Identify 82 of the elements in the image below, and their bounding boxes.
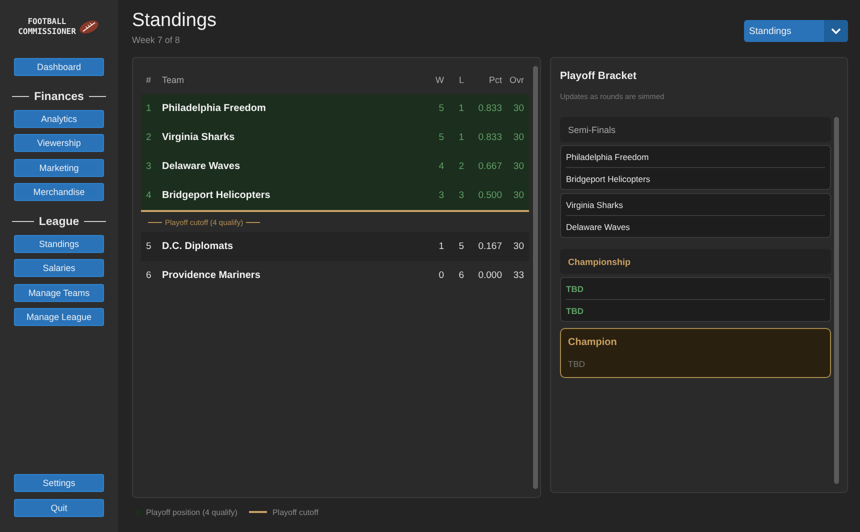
page-title: Standings — [132, 10, 217, 32]
table-row[interactable]: 6 Providence Mariners 0 6 0.000 33 — [141, 261, 529, 290]
page-subtitle: Week 7 of 8 — [132, 35, 181, 45]
table-cell-text: 5 — [438, 132, 445, 143]
table-cell-text: 30 — [512, 103, 525, 114]
table-cell-text: Virginia Sharks — [161, 132, 236, 143]
table-cell-text: 3 — [438, 190, 445, 201]
table-cell-text: 5 — [438, 103, 445, 114]
team-name: Bridgeport Helicopters — [566, 172, 652, 186]
table-cell-text: 2 — [458, 161, 465, 172]
column-header: W — [434, 75, 445, 85]
view-select[interactable]: Standings — [744, 20, 848, 42]
nav-button[interactable]: Analytics — [14, 110, 104, 128]
table-cell-text: 0.667 — [477, 161, 503, 172]
table-cell-text: 0 — [438, 270, 445, 281]
table-cell-text: 0.833 — [477, 103, 503, 114]
nav-button[interactable]: Manage League — [14, 308, 104, 326]
team-name: TBD — [566, 282, 584, 296]
nav-button[interactable]: Salaries — [14, 259, 104, 277]
table-cell-text: 5 — [458, 241, 465, 252]
table-cell-text: 6 — [145, 270, 152, 281]
table-cell-text: 30 — [512, 161, 525, 172]
table-cell-text: 3 — [145, 161, 152, 172]
nav-button[interactable]: Dashboard — [14, 58, 104, 76]
section-heading: League — [38, 216, 80, 228]
table-cell-text: Delaware Waves — [161, 161, 242, 172]
nav-button[interactable]: Standings — [14, 234, 104, 252]
table-cell-text: 1 — [458, 132, 465, 143]
legend-label: Playoff position (4 qualify) — [146, 508, 238, 516]
scrollbar[interactable] — [533, 66, 538, 489]
table-row[interactable]: 3 Delaware Waves 4 2 0.667 30 — [141, 152, 529, 181]
table-cell-text: 0.500 — [477, 190, 503, 201]
column-header: Pct — [488, 75, 503, 85]
nav-button[interactable]: Merchandise — [14, 183, 104, 201]
table-cell-text: D.C. Diplomats — [161, 241, 234, 252]
nav-button[interactable]: Manage Teams — [14, 284, 104, 302]
team-name: Virginia Sharks — [566, 198, 624, 212]
table-cell-text: 5 — [145, 241, 152, 252]
column-header: Team — [161, 75, 186, 85]
dropdown-caret-icon[interactable] — [824, 20, 848, 42]
table-cell-text: 4 — [145, 190, 152, 201]
table-cell-text: 1 — [438, 241, 445, 252]
nav-button[interactable]: Settings — [14, 474, 104, 492]
nav-button[interactable]: Quit — [14, 498, 104, 516]
nav-button[interactable]: Viewership — [14, 134, 104, 152]
table-row[interactable]: 1 Philadelphia Freedom 5 1 0.833 30 — [141, 94, 529, 123]
table-cell-text: 2 — [145, 132, 152, 143]
table-cell-text: 33 — [512, 270, 525, 281]
table-row[interactable]: 4 Bridgeport Helicopters 3 3 0.500 30 — [141, 181, 529, 210]
nav-button[interactable]: Marketing — [14, 158, 104, 176]
table-cell-text: Providence Mariners — [161, 270, 262, 281]
table-cell-text: Philadelphia Freedom — [161, 103, 267, 114]
column-header: Ovr — [508, 75, 525, 85]
table-row[interactable]: 2 Virginia Sharks 5 1 0.833 30 — [141, 123, 529, 152]
panel-title: Playoff Bracket — [560, 70, 638, 82]
team-name: Philadelphia Freedom — [566, 150, 650, 164]
logo: FOOTBALL COMMISSIONER — [18, 12, 100, 42]
table-cell-text: 6 — [458, 270, 465, 281]
team-name: Delaware Waves — [566, 220, 631, 234]
team-name: TBD — [566, 304, 584, 318]
column-header: # — [145, 75, 152, 85]
table-cell-text: 0.000 — [477, 270, 503, 281]
round-heading: Championship — [560, 249, 831, 274]
scrollbar[interactable] — [834, 117, 839, 484]
champion-team: TBD — [568, 359, 586, 369]
section-heading: Finances — [34, 90, 84, 102]
champion-label: Champion — [568, 337, 618, 348]
table-cell-text: 0.167 — [477, 241, 503, 252]
legend-line — [249, 511, 268, 513]
table-cell-text: 0.833 — [477, 132, 503, 143]
table-cell-text: 30 — [512, 241, 525, 252]
legend-label: Playoff cutoff — [272, 508, 318, 516]
table-cell-text: 3 — [458, 190, 465, 201]
table-cell-text: 30 — [512, 190, 525, 201]
table-cell-text: 1 — [458, 103, 465, 114]
table-cell-text: Bridgeport Helicopters — [161, 190, 272, 201]
table-cell-text: 1 — [145, 103, 152, 114]
table-row[interactable]: 5 D.C. Diplomats 1 5 0.167 30 — [141, 232, 529, 261]
table-cell-text: 30 — [512, 132, 525, 143]
table-cell-text: 4 — [438, 161, 445, 172]
column-header: L — [458, 75, 465, 85]
round-heading: Semi-Finals — [560, 117, 831, 142]
